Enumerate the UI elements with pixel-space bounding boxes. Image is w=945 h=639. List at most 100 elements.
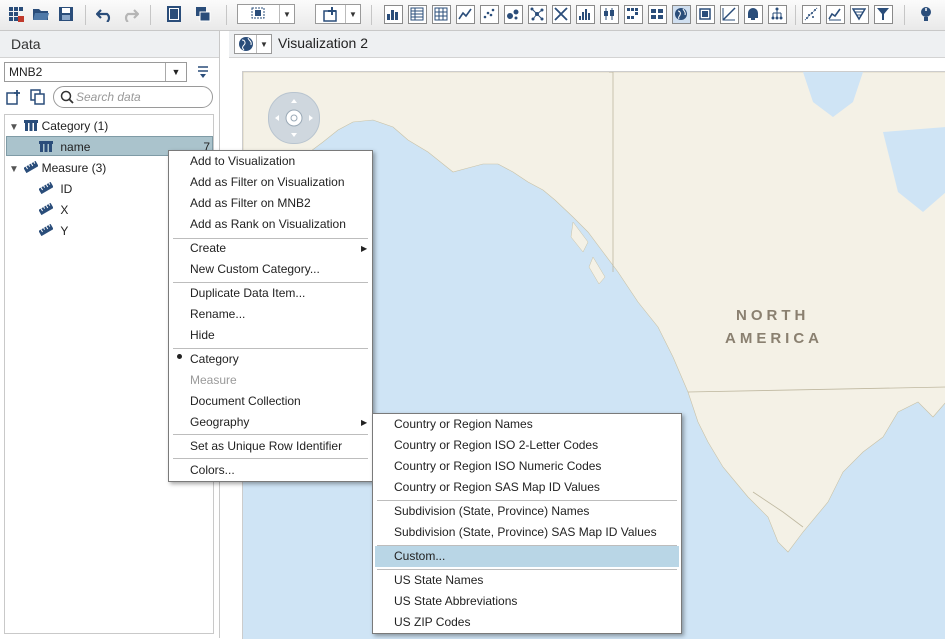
menu-item-add-filter-source[interactable]: Add as Filter on MNB2 bbox=[190, 193, 311, 214]
tree-item-label: ID bbox=[60, 182, 73, 196]
treemap-icon[interactable] bbox=[550, 4, 572, 24]
menu-item-create[interactable]: Create bbox=[190, 238, 226, 259]
map-region-label: AMERICA bbox=[725, 330, 823, 347]
viz-type-dropdown[interactable]: ▼ bbox=[234, 34, 272, 54]
copy-data-item-icon[interactable] bbox=[30, 89, 46, 108]
checked-bullet-icon bbox=[177, 354, 182, 359]
add-object-icon bbox=[316, 6, 345, 22]
measure-icon bbox=[38, 201, 54, 221]
filter-icon[interactable] bbox=[872, 4, 894, 24]
expand-triangle-icon[interactable]: ▼ bbox=[9, 122, 19, 133]
context-menu: Add to Visualization Add as Filter on Vi… bbox=[168, 150, 373, 482]
main-toolbar: ▼ ▼ bbox=[0, 0, 945, 31]
scatter-icon[interactable] bbox=[478, 4, 500, 24]
submenu-item-us-state-abbreviations[interactable]: US State Abbreviations bbox=[394, 591, 517, 612]
network-icon[interactable] bbox=[526, 4, 548, 24]
measure-icon bbox=[38, 222, 54, 242]
globe-icon bbox=[235, 36, 256, 52]
page-icon[interactable] bbox=[164, 4, 184, 24]
submenu-item-subdivision-sas-map-id[interactable]: Subdivision (State, Province) SAS Map ID… bbox=[394, 522, 657, 543]
submenu-item-subdivision-names[interactable]: Subdivision (State, Province) Names bbox=[394, 501, 589, 522]
tree-item-label: Y bbox=[60, 224, 69, 238]
measure-icon bbox=[38, 180, 54, 200]
redo-icon[interactable] bbox=[120, 4, 140, 24]
search-icon bbox=[60, 90, 74, 107]
visualization-title: Visualization 2 bbox=[278, 35, 369, 51]
bar-chart-icon[interactable] bbox=[382, 4, 404, 24]
search-placeholder: Search data bbox=[76, 90, 141, 104]
add-object-dropdown[interactable]: ▼ bbox=[315, 4, 361, 24]
submenu-item-us-zip-codes[interactable]: US ZIP Codes bbox=[394, 612, 470, 633]
measure-group[interactable]: ▼ Measure (3) bbox=[9, 158, 106, 178]
menu-item-colors[interactable]: Colors... bbox=[190, 460, 235, 481]
wizard-icon[interactable] bbox=[848, 4, 870, 24]
submenu-arrow-icon: ▶ bbox=[361, 244, 368, 253]
select-object-dropdown[interactable]: ▼ bbox=[237, 4, 295, 24]
geography-submenu: Country or Region Names Country or Regio… bbox=[372, 413, 682, 634]
menu-item-hide[interactable]: Hide bbox=[190, 325, 215, 346]
pan-control[interactable] bbox=[268, 92, 320, 144]
tree-item-label: X bbox=[60, 203, 69, 217]
tree-item-label: name bbox=[60, 140, 91, 154]
submenu-item-us-state-names[interactable]: US State Names bbox=[394, 570, 483, 591]
tree-item-x[interactable]: X bbox=[38, 200, 69, 221]
word-cloud-icon[interactable] bbox=[800, 4, 822, 24]
open-folder-icon[interactable] bbox=[31, 4, 51, 24]
line-chart-icon[interactable] bbox=[454, 4, 476, 24]
submenu-item-sas-map-id[interactable]: Country or Region SAS Map ID Values bbox=[394, 477, 600, 498]
crosstab-icon[interactable] bbox=[430, 4, 452, 24]
submenu-item-custom[interactable]: Custom... bbox=[375, 546, 679, 567]
data-source-select[interactable]: MNB2 ▼ bbox=[4, 62, 187, 82]
new-data-item-icon[interactable] bbox=[6, 89, 22, 108]
map-region-label: NORTH bbox=[736, 307, 810, 324]
data-source-value: MNB2 bbox=[9, 65, 43, 79]
histogram-icon[interactable] bbox=[574, 4, 596, 24]
menu-item-new-custom-category[interactable]: New Custom Category... bbox=[190, 259, 320, 280]
menu-item-document-collection[interactable]: Document Collection bbox=[190, 391, 301, 412]
tree-item-id[interactable]: ID bbox=[38, 179, 73, 200]
menu-item-unique-row-identifier[interactable]: Set as Unique Row Identifier bbox=[190, 436, 342, 457]
submenu-item-iso-numeric[interactable]: Country or Region ISO Numeric Codes bbox=[394, 456, 601, 477]
box-plot-icon[interactable] bbox=[598, 4, 620, 24]
chevron-down-icon[interactable]: ▼ bbox=[256, 35, 271, 53]
suggestions-icon[interactable] bbox=[915, 4, 937, 24]
menu-item-add-to-visualization[interactable]: Add to Visualization bbox=[190, 151, 295, 172]
chevron-down-icon[interactable]: ▼ bbox=[165, 63, 186, 81]
chevron-down-icon[interactable]: ▼ bbox=[279, 5, 294, 23]
geo-map-icon[interactable] bbox=[670, 4, 692, 24]
category-group[interactable]: ▼ Category (1) bbox=[9, 116, 108, 136]
forecast-icon[interactable] bbox=[766, 4, 788, 24]
menu-item-duplicate[interactable]: Duplicate Data Item... bbox=[190, 283, 305, 304]
chevron-down-icon[interactable]: ▼ bbox=[345, 5, 360, 23]
menu-item-geography[interactable]: Geography bbox=[190, 412, 249, 433]
measure-icon bbox=[23, 159, 39, 179]
grid-app-icon[interactable] bbox=[6, 4, 26, 24]
bubble-icon[interactable] bbox=[502, 4, 524, 24]
path-icon[interactable] bbox=[742, 4, 764, 24]
gauge-icon[interactable] bbox=[646, 4, 668, 24]
undo-icon[interactable] bbox=[95, 4, 115, 24]
correlation-icon[interactable] bbox=[694, 4, 716, 24]
visualization-header: ▼ Visualization 2 bbox=[229, 31, 945, 58]
submenu-item-country-names[interactable]: Country or Region Names bbox=[394, 414, 533, 435]
category-group-label: Category (1) bbox=[41, 119, 109, 133]
save-icon[interactable] bbox=[56, 4, 76, 24]
heatmap-icon[interactable] bbox=[622, 4, 644, 24]
search-data-input[interactable]: Search data bbox=[53, 86, 213, 108]
menu-item-category[interactable]: Category bbox=[190, 349, 239, 370]
decision-tree-icon[interactable] bbox=[718, 4, 740, 24]
menu-item-add-filter-visualization[interactable]: Add as Filter on Visualization bbox=[190, 172, 345, 193]
submenu-item-iso-2-letter[interactable]: Country or Region ISO 2-Letter Codes bbox=[394, 435, 598, 456]
measure-group-label: Measure (3) bbox=[41, 161, 107, 175]
tree-item-y[interactable]: Y bbox=[38, 221, 69, 242]
funnel-icon[interactable] bbox=[824, 4, 846, 24]
menu-item-measure: Measure bbox=[190, 373, 237, 387]
data-menu-icon[interactable] bbox=[196, 64, 210, 83]
duplicate-icon[interactable] bbox=[193, 4, 213, 24]
table-icon[interactable] bbox=[406, 4, 428, 24]
data-pane-title: Data bbox=[0, 31, 219, 58]
select-object-icon bbox=[238, 6, 279, 22]
menu-item-add-rank[interactable]: Add as Rank on Visualization bbox=[190, 214, 346, 235]
expand-triangle-icon[interactable]: ▼ bbox=[9, 164, 19, 175]
menu-item-rename[interactable]: Rename... bbox=[190, 304, 245, 325]
